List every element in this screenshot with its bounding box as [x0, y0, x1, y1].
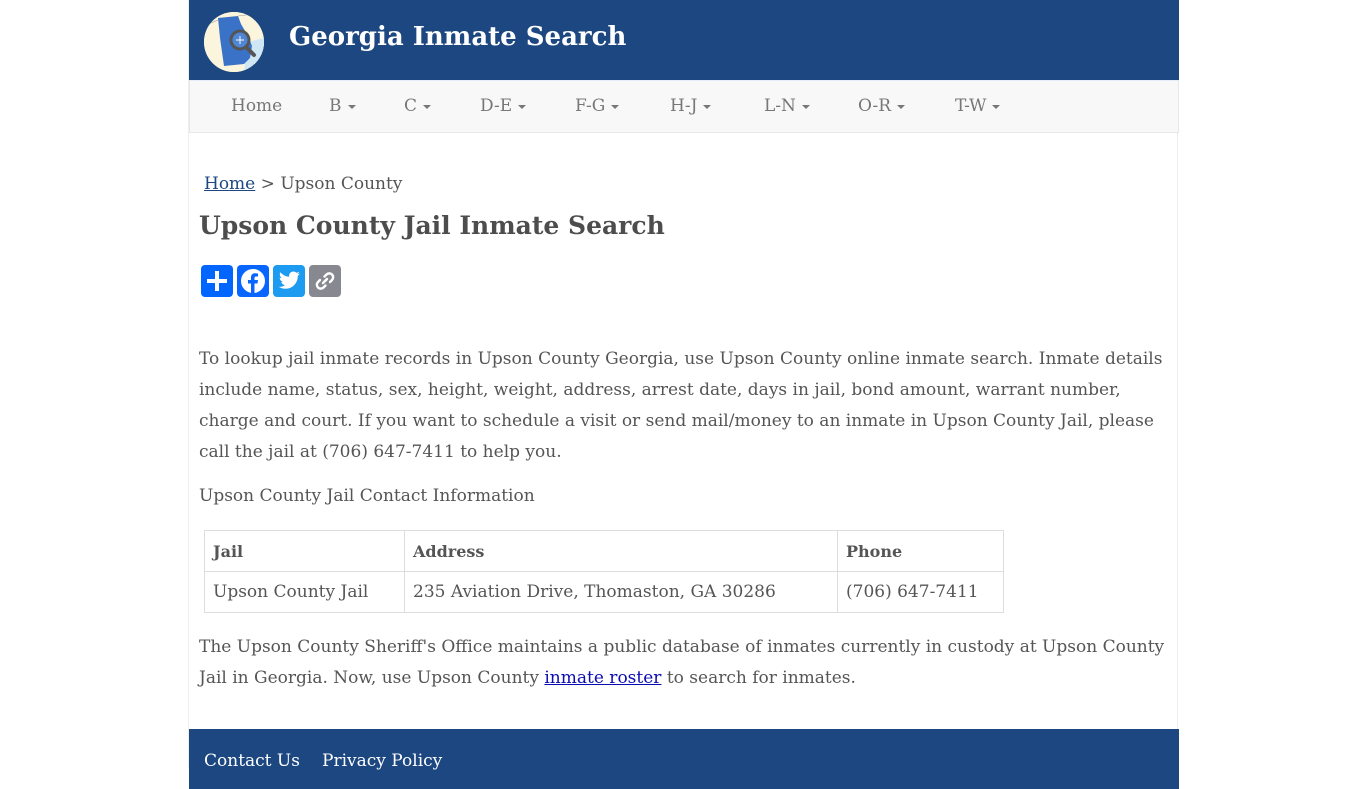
- nav-item-label: O-R: [858, 96, 892, 116]
- plus-icon: [207, 271, 227, 291]
- facebook-share-button[interactable]: [237, 265, 269, 297]
- site-footer: Contact Us Privacy Policy: [189, 729, 1179, 789]
- intro-paragraph: To lookup jail inmate records in Upson C…: [199, 349, 1163, 462]
- caret-down-icon: [992, 104, 1001, 109]
- nav-item-c[interactable]: C: [404, 96, 432, 116]
- jail-name-cell: Upson County Jail: [204, 571, 405, 613]
- breadcrumb-current: Upson County: [280, 174, 403, 194]
- nav-item-label: F-G: [575, 96, 606, 116]
- nav-item-t-w[interactable]: T-W: [955, 96, 1001, 116]
- facebook-icon: [241, 269, 265, 293]
- georgia-map-magnifier-icon[interactable]: [204, 12, 264, 72]
- nav-item-label: C: [404, 96, 418, 116]
- nav-item-label: H-J: [670, 96, 698, 116]
- caret-down-icon: [423, 104, 432, 109]
- closing-text-end: to search for inmates.: [661, 668, 856, 688]
- breadcrumb-separator: >: [260, 174, 275, 194]
- caret-down-icon: [611, 104, 620, 109]
- nav-item-h-j[interactable]: H-J: [670, 96, 712, 116]
- caret-down-icon: [703, 104, 712, 109]
- breadcrumb: Home > Upson County: [204, 174, 402, 194]
- share-button[interactable]: [201, 265, 233, 297]
- footer-privacy-policy-link[interactable]: Privacy Policy: [322, 751, 442, 771]
- caret-down-icon: [801, 104, 810, 109]
- site-title[interactable]: Georgia Inmate Search: [289, 22, 626, 52]
- footer-contact-us-link[interactable]: Contact Us: [204, 751, 300, 771]
- breadcrumb-home-link[interactable]: Home: [204, 174, 255, 194]
- nav-item-f-g[interactable]: F-G: [575, 96, 620, 116]
- phone-cell: (706) 647-7411: [837, 571, 1004, 613]
- caret-down-icon: [347, 104, 356, 109]
- nav-item-d-e[interactable]: D-E: [480, 96, 527, 116]
- column-header: Address: [404, 530, 838, 572]
- contact-heading: Upson County Jail Contact Information: [199, 486, 535, 506]
- nav-item-label: D-E: [480, 96, 513, 116]
- site-header: Georgia Inmate Search: [189, 0, 1179, 80]
- page-title: Upson County Jail Inmate Search: [199, 211, 665, 240]
- nav-item-label: T-W: [955, 96, 987, 116]
- contact-table: Jail Address Phone Upson County Jail 235…: [204, 530, 1004, 613]
- twitter-share-button[interactable]: [273, 265, 305, 297]
- copy-link-button[interactable]: [309, 265, 341, 297]
- link-icon: [315, 272, 335, 290]
- inmate-roster-link[interactable]: inmate roster: [544, 668, 661, 688]
- caret-down-icon: [518, 104, 527, 109]
- nav-item-b[interactable]: B: [329, 96, 356, 116]
- address-cell: 235 Aviation Drive, Thomaston, GA 30286: [404, 571, 838, 613]
- nav-item-label: L-N: [764, 96, 796, 116]
- column-header: Jail: [204, 530, 405, 572]
- nav-item-home[interactable]: Home: [231, 96, 282, 116]
- page-container: Georgia Inmate Search Home B C D-E F-G H…: [188, 0, 1179, 789]
- table-header-row: Jail Address Phone: [204, 530, 1004, 572]
- nav-item-l-n[interactable]: L-N: [764, 96, 810, 116]
- caret-down-icon: [897, 104, 906, 109]
- nav-item-label: Home: [231, 96, 283, 116]
- nav-item-o-r[interactable]: O-R: [858, 96, 906, 116]
- table-row: Upson County Jail 235 Aviation Drive, Th…: [204, 571, 1004, 613]
- twitter-icon: [278, 271, 300, 289]
- nav-item-label: B: [329, 96, 342, 116]
- column-header: Phone: [837, 530, 1004, 572]
- main-navbar: Home B C D-E F-G H-J L-N O-R T-W: [189, 80, 1179, 133]
- closing-paragraph: The Upson County Sheriff's Office mainta…: [199, 632, 1171, 694]
